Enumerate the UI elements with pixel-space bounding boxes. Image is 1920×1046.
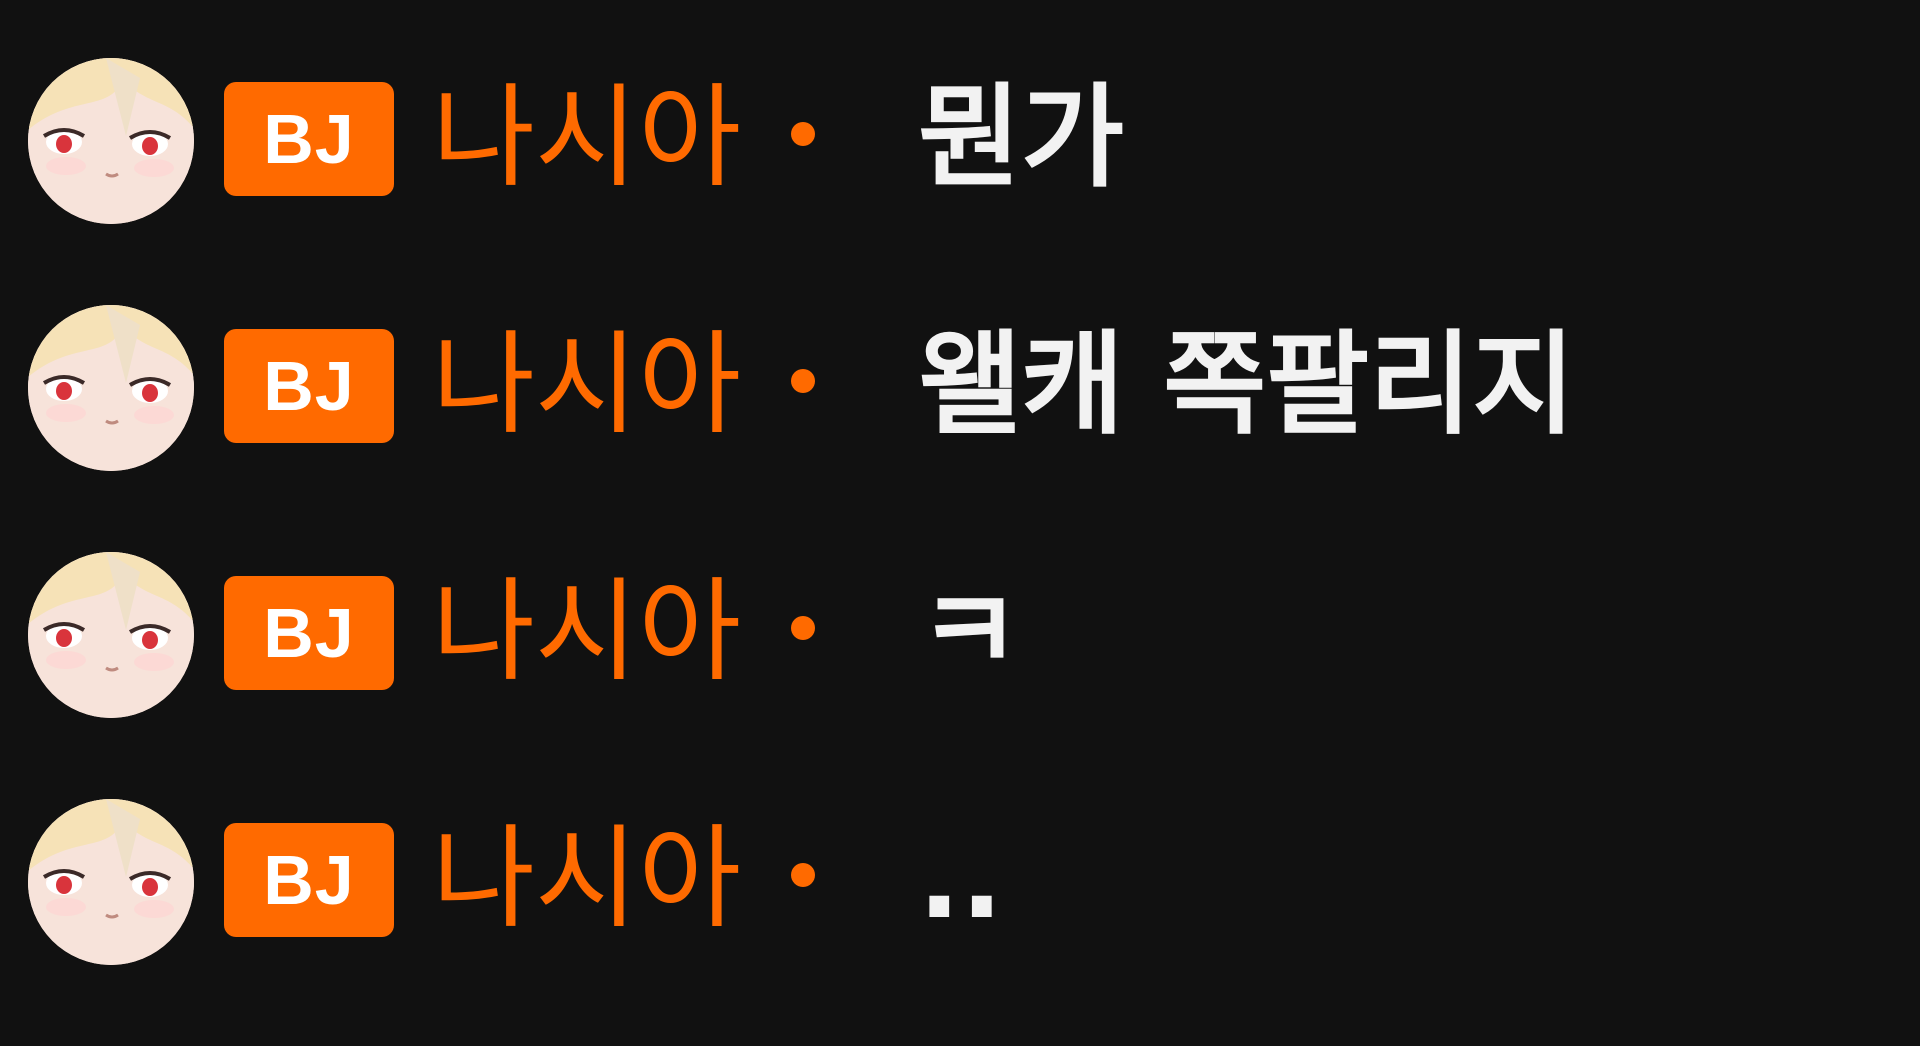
bj-badge: BJ [224, 823, 394, 937]
bj-badge: BJ [224, 576, 394, 690]
chat-message-row[interactable]: BJ 나시아 왤캐 쪽팔리지 [28, 305, 1888, 552]
separator-dot [791, 369, 815, 393]
avatar[interactable] [28, 305, 194, 471]
message-text: 뭔가 [918, 73, 1125, 203]
bj-badge: BJ [224, 82, 394, 196]
avatar[interactable] [28, 58, 194, 224]
username[interactable]: 나시아 [432, 562, 741, 702]
chat-message-row[interactable]: BJ 나시아 뭔가 [28, 58, 1888, 305]
message-text: ㅋ [918, 567, 1022, 697]
avatar[interactable] [28, 552, 194, 718]
avatar-image [28, 552, 194, 718]
separator-dot [791, 616, 815, 640]
separator-dot [791, 122, 815, 146]
username[interactable]: 나시아 [432, 68, 741, 208]
username[interactable]: 나시아 [432, 809, 741, 949]
message-text: 왤캐 쪽팔리지 [918, 320, 1576, 450]
chat-list: BJ 나시아 뭔가 BJ 나시아 왤캐 쪽팔리지 BJ 나시아 ㅋ BJ 나시아… [28, 58, 1888, 1046]
chat-message-row[interactable]: BJ 나시아 .. [28, 799, 1888, 1046]
chat-message-row[interactable]: BJ 나시아 ㅋ [28, 552, 1888, 799]
separator-dot [791, 863, 815, 887]
bj-badge: BJ [224, 329, 394, 443]
username[interactable]: 나시아 [432, 315, 741, 455]
message-text: .. [918, 814, 1004, 944]
avatar[interactable] [28, 799, 194, 965]
avatar-image [28, 799, 194, 965]
avatar-image [28, 305, 194, 471]
avatar-image [28, 58, 194, 224]
